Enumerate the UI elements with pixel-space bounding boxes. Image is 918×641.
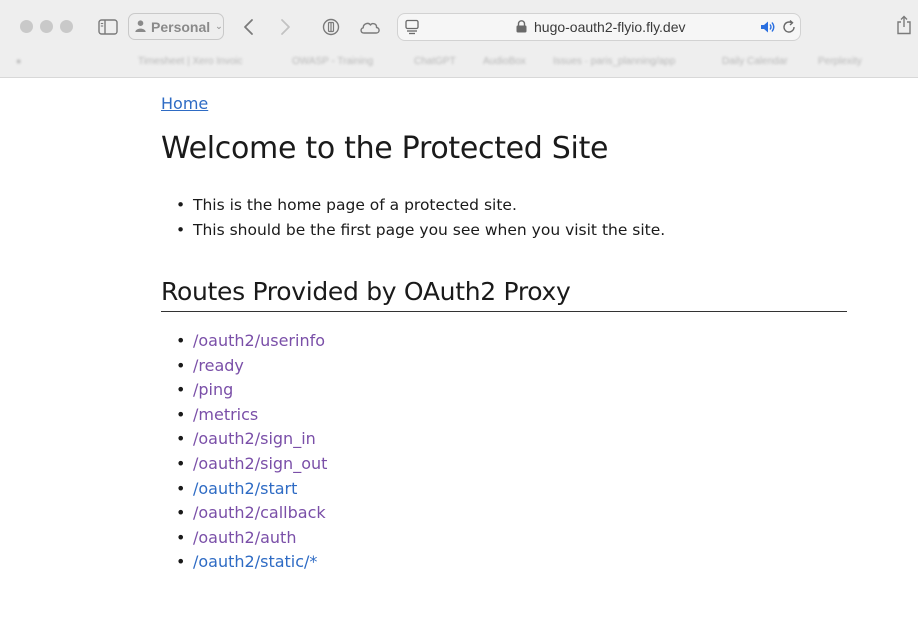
list-item: /oauth2/start	[176, 477, 327, 502]
profile-label: Personal	[151, 18, 211, 35]
route-link-metrics[interactable]: /metrics	[193, 405, 258, 424]
address-bar[interactable]: hugo-oauth2-flyio.fly.dev	[397, 13, 801, 41]
home-link[interactable]: Home	[161, 94, 208, 113]
tab-overview-icon[interactable]	[404, 19, 420, 40]
close-window-button[interactable]	[20, 20, 33, 33]
list-item: /oauth2/sign_out	[176, 452, 327, 477]
bookmarks-bar: ● Timesheet | Xero Invoic OWASP - Traini…	[0, 50, 918, 72]
person-icon	[135, 19, 146, 35]
page-title: Welcome to the Protected Site	[161, 131, 609, 166]
browser-toolbar: Personal ⌄ hugo-oauth2-flyio.fly.dev ● T…	[0, 0, 918, 78]
route-link-static[interactable]: /oauth2/static/*	[193, 552, 317, 571]
list-item: /oauth2/sign_in	[176, 427, 327, 452]
bookmark-item[interactable]: ChatGPT	[414, 56, 456, 67]
icloud-icon[interactable]	[358, 17, 382, 37]
list-item: /oauth2/userinfo	[176, 329, 327, 354]
share-icon[interactable]	[894, 15, 914, 35]
route-link-sign-out[interactable]: /oauth2/sign_out	[193, 454, 327, 473]
list-item: /metrics	[176, 403, 327, 428]
list-item: This is the home page of a protected sit…	[176, 193, 665, 218]
route-link-callback[interactable]: /oauth2/callback	[193, 503, 326, 522]
routes-list: /oauth2/userinfo /ready /ping /metrics /…	[176, 329, 327, 575]
list-item: /ping	[176, 378, 327, 403]
lock-icon	[516, 20, 527, 38]
list-item: This should be the first page you see wh…	[176, 218, 665, 243]
bookmark-item[interactable]: AudioBox	[483, 56, 526, 67]
forward-icon[interactable]	[275, 17, 295, 37]
bookmark-item[interactable]: Issues · paris_planning/app	[553, 56, 675, 67]
zoom-window-button[interactable]	[60, 20, 73, 33]
privacy-icon[interactable]	[321, 17, 341, 37]
route-link-userinfo[interactable]: /oauth2/userinfo	[193, 331, 325, 350]
list-item: /oauth2/static/*	[176, 550, 327, 575]
reload-icon[interactable]	[781, 19, 797, 40]
bookmark-item-extra[interactable]: ●	[16, 56, 21, 66]
intro-list: This is the home page of a protected sit…	[176, 193, 665, 243]
routes-heading: Routes Provided by OAuth2 Proxy	[161, 277, 847, 312]
bookmark-item[interactable]: Timesheet | Xero Invoic	[138, 56, 243, 67]
route-link-sign-in[interactable]: /oauth2/sign_in	[193, 429, 316, 448]
list-item: /oauth2/callback	[176, 501, 327, 526]
list-item: /ready	[176, 354, 327, 379]
chevron-down-icon: ⌄	[215, 21, 223, 31]
sidebar-icon[interactable]	[98, 17, 118, 37]
bookmark-item[interactable]: Perplexity	[818, 56, 862, 67]
url-text: hugo-oauth2-flyio.fly.dev	[534, 19, 686, 35]
route-link-start[interactable]: /oauth2/start	[193, 479, 297, 498]
route-link-ready[interactable]: /ready	[193, 356, 244, 375]
route-link-auth[interactable]: /oauth2/auth	[193, 528, 296, 547]
back-icon[interactable]	[239, 17, 259, 37]
profile-button[interactable]: Personal ⌄	[128, 13, 224, 40]
audio-icon[interactable]	[760, 20, 776, 39]
bookmark-item[interactable]: OWASP - Training	[292, 56, 373, 67]
bookmark-item[interactable]: Daily Calendar	[722, 56, 788, 67]
list-item: /oauth2/auth	[176, 526, 327, 551]
minimize-window-button[interactable]	[40, 20, 53, 33]
route-link-ping[interactable]: /ping	[193, 380, 233, 399]
